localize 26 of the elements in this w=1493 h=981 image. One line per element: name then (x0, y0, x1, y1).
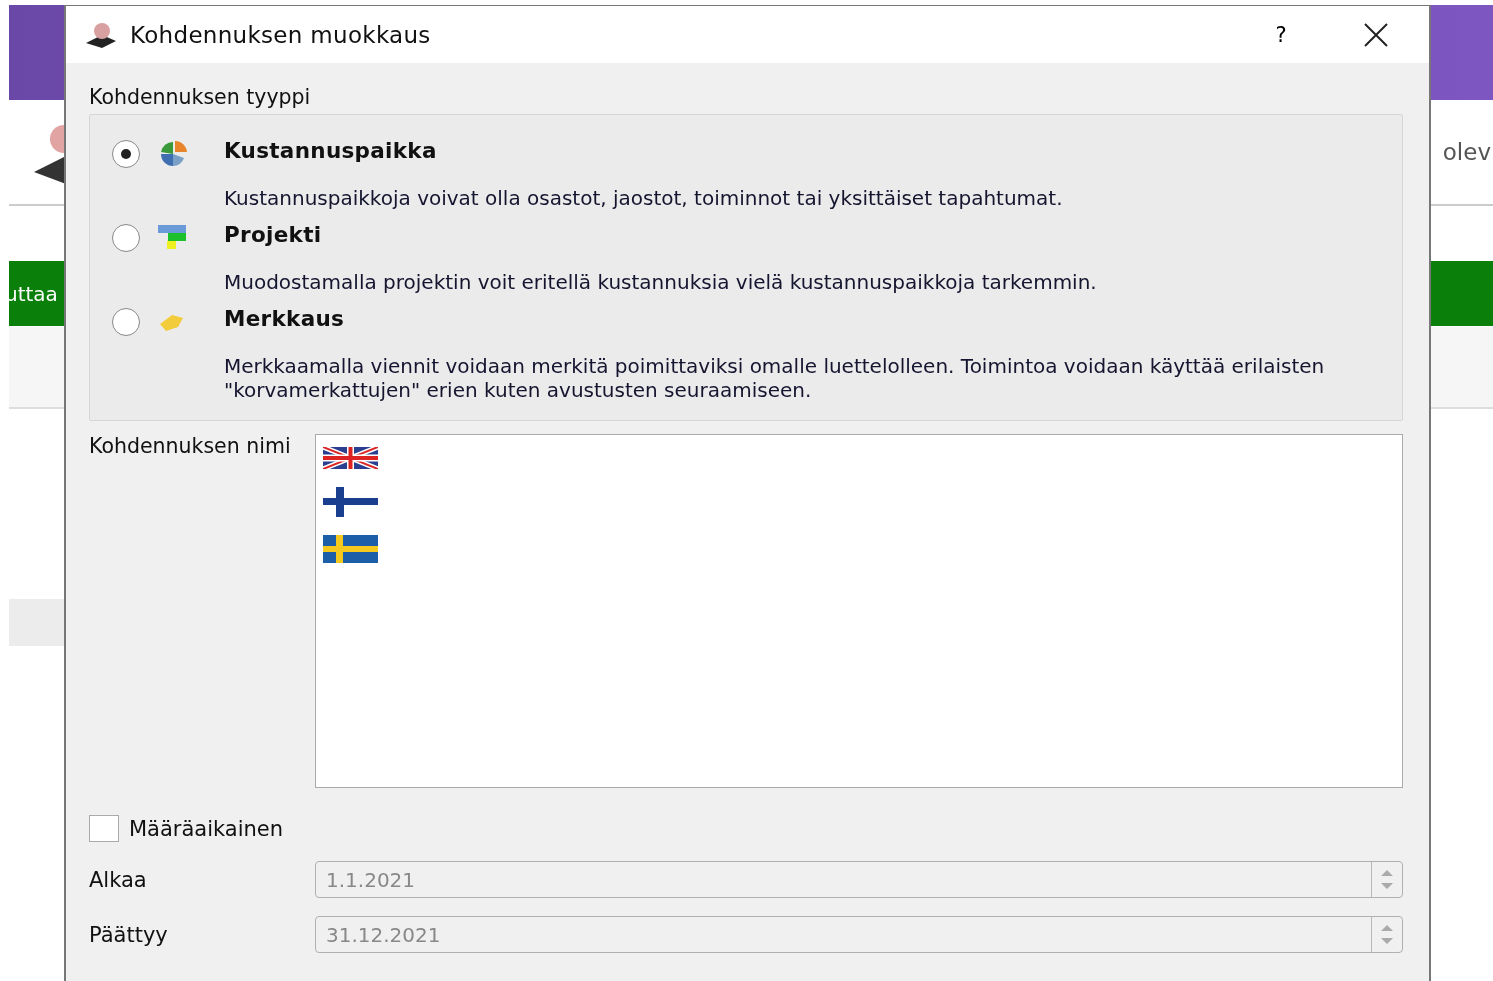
name-input-field[interactable] (315, 434, 1403, 788)
help-button[interactable]: ? (1266, 21, 1296, 48)
field-label: Päättyy (89, 922, 169, 947)
tag-icon (158, 312, 186, 332)
option-title: Projekti (224, 223, 323, 247)
option-description: Kustannuspaikkoja voivat olla osastot, jaostot, toiminnot tai yksittäiset tapahtumat. (224, 186, 1064, 210)
window-title: Kohdennuksen muokkaus (130, 21, 432, 48)
close-icon[interactable] (1363, 21, 1389, 48)
field-label: Kohdennuksen nimi (89, 434, 292, 460)
finnish-flag-icon (323, 487, 378, 517)
swedish-flag-icon (323, 535, 378, 563)
checkbox[interactable] (89, 815, 119, 842)
field-label: Alkaa (89, 867, 148, 892)
uk-flag-icon (323, 447, 378, 469)
option-description: Muodostamalla projektin voit eritellä kustannuksia vielä kustannuspaikkoja tarkemmin. (224, 270, 1098, 294)
radio-button[interactable] (112, 140, 140, 168)
background-text: olev (1442, 139, 1491, 165)
option-title: Merkkaus (224, 307, 346, 331)
section-label: Kohdennuksen tyyppi (89, 85, 312, 109)
radio-button[interactable] (112, 308, 140, 336)
radio-button[interactable] (112, 224, 140, 252)
option-description: Merkkaamalla viennit voidaan merkitä poimittaviksi omalle luettelolleen. Toimintoa voidaan käyttää erilaisten "korvamerkattujen" erien kuten avustusten seuraamiseen. (224, 354, 1326, 402)
option-title: Kustannuspaikka (224, 139, 438, 163)
checkbox-label: Määräaikainen (129, 816, 284, 841)
pig-icon (84, 20, 118, 49)
blocks-icon (158, 224, 188, 252)
